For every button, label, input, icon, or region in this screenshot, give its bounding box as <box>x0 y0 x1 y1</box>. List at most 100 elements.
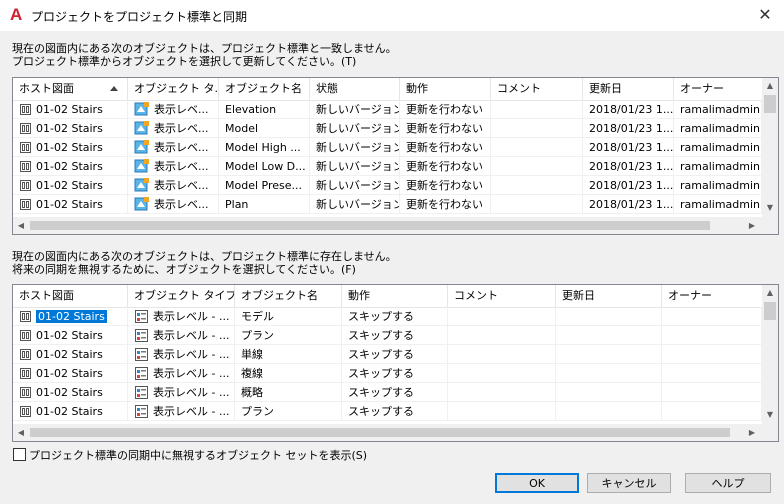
scroll-up-arrow[interactable]: ▲ <box>762 78 778 94</box>
cell-date[interactable] <box>556 402 662 421</box>
cell-host[interactable]: 01-02 Stairs <box>13 383 128 402</box>
cell-name[interactable]: Model Prese... <box>219 176 310 195</box>
cell-comment[interactable] <box>491 100 583 119</box>
cell-type[interactable]: 表示レベル - ... <box>128 345 235 364</box>
scroll-right-arrow[interactable]: ▶ <box>744 425 760 441</box>
cell-comment[interactable] <box>491 195 583 214</box>
cell-date[interactable]: 2018/01/23 1... <box>583 100 674 119</box>
cell-host[interactable]: 01-02 Stairs <box>13 138 128 157</box>
cell-name[interactable]: 単線 <box>235 345 342 364</box>
cell-date[interactable]: 2018/01/23 1... <box>583 138 674 157</box>
cell-status[interactable]: 新しいバージョン <box>310 176 400 195</box>
column-header-action[interactable]: 動作 <box>400 78 491 100</box>
table-row[interactable]: 01-02 Stairs 表示レベル - ... 単線 スキップする <box>13 345 762 364</box>
cell-comment[interactable] <box>448 364 556 383</box>
column-header-action[interactable]: 動作 <box>342 285 448 307</box>
column-header-date[interactable]: 更新日 <box>556 285 662 307</box>
cell-name[interactable]: Elevation <box>219 100 310 119</box>
table-row[interactable]: 01-02 Stairs 表示レベ... Plan 新しいバージョン 更新を行わない 20… <box>13 195 762 214</box>
cell-owner[interactable] <box>662 364 762 383</box>
cell-name[interactable]: モデル <box>235 307 342 326</box>
cell-comment[interactable] <box>448 383 556 402</box>
cell-type[interactable]: 表示レベ... <box>128 119 219 138</box>
cell-type[interactable]: 表示レベル - ... <box>128 364 235 383</box>
cell-host[interactable]: 01-02 Stairs <box>13 119 128 138</box>
column-header-host[interactable]: ホスト図面 <box>13 78 128 100</box>
cell-name[interactable]: プラン <box>235 326 342 345</box>
cell-action[interactable]: スキップする <box>342 326 448 345</box>
cell-host[interactable]: 01-02 Stairs <box>13 307 128 326</box>
cell-name[interactable]: プラン <box>235 402 342 421</box>
cell-type[interactable]: 表示レベ... <box>128 100 219 119</box>
cell-action[interactable]: 更新を行わない <box>400 100 491 119</box>
cell-owner[interactable]: ramalimadmin <box>674 138 762 157</box>
cell-comment[interactable] <box>491 157 583 176</box>
show-ignored-label[interactable]: プロジェクト標準の同期中に無視するオブジェクト セットを表示(S) <box>29 447 367 463</box>
cell-type[interactable]: 表示レベル - ... <box>128 383 235 402</box>
cell-status[interactable]: 新しいバージョン <box>310 100 400 119</box>
column-header-comment[interactable]: コメント <box>491 78 583 100</box>
cell-name[interactable]: Model <box>219 119 310 138</box>
cell-status[interactable]: 新しいバージョン <box>310 138 400 157</box>
table-row[interactable]: 01-02 Stairs 表示レベル - ... モデル スキップする <box>13 307 762 326</box>
cell-status[interactable]: 新しいバージョン <box>310 119 400 138</box>
cell-host[interactable]: 01-02 Stairs <box>13 364 128 383</box>
scroll-thumb[interactable] <box>30 221 710 230</box>
cell-owner[interactable] <box>662 345 762 364</box>
cell-host[interactable]: 01-02 Stairs <box>13 100 128 119</box>
table-row[interactable]: 01-02 Stairs 表示レベ... Elevation 新しいバージョン 更新を行… <box>13 100 762 119</box>
cell-action[interactable]: 更新を行わない <box>400 195 491 214</box>
table-row[interactable]: 01-02 Stairs 表示レベル - ... プラン スキップする <box>13 326 762 345</box>
cancel-button[interactable]: キャンセル <box>587 473 671 493</box>
cell-owner[interactable]: ramalimadmin <box>674 119 762 138</box>
cell-comment[interactable] <box>448 326 556 345</box>
cell-host[interactable]: 01-02 Stairs <box>13 326 128 345</box>
cell-owner[interactable]: ramalimadmin <box>674 195 762 214</box>
cell-date[interactable]: 2018/01/23 1... <box>583 119 674 138</box>
scroll-thumb[interactable] <box>30 428 730 437</box>
cell-comment[interactable] <box>491 119 583 138</box>
cell-owner[interactable]: ramalimadmin <box>674 157 762 176</box>
scroll-left-arrow[interactable]: ◀ <box>13 425 29 441</box>
scroll-up-arrow[interactable]: ▲ <box>762 285 778 301</box>
scroll-down-arrow[interactable]: ▼ <box>762 407 778 423</box>
cell-host[interactable]: 01-02 Stairs <box>13 345 128 364</box>
cell-date[interactable]: 2018/01/23 1... <box>583 176 674 195</box>
cell-comment[interactable] <box>448 345 556 364</box>
column-header-owner[interactable]: オーナー <box>662 285 762 307</box>
show-ignored-checkbox[interactable] <box>13 448 26 461</box>
cell-host[interactable]: 01-02 Stairs <box>13 195 128 214</box>
cell-name[interactable]: Model Low D... <box>219 157 310 176</box>
scroll-thumb[interactable] <box>764 302 776 320</box>
cell-owner[interactable]: ramalimadmin <box>674 176 762 195</box>
column-header-comment[interactable]: コメント <box>448 285 556 307</box>
cell-name[interactable]: 概略 <box>235 383 342 402</box>
cell-action[interactable]: 更新を行わない <box>400 119 491 138</box>
cell-action[interactable]: 更新を行わない <box>400 157 491 176</box>
scroll-right-arrow[interactable]: ▶ <box>744 218 760 234</box>
cell-comment[interactable] <box>491 176 583 195</box>
cell-action[interactable]: スキップする <box>342 345 448 364</box>
column-header-name[interactable]: オブジェクト名 <box>219 78 310 100</box>
table-row[interactable]: 01-02 Stairs 表示レベル - ... 概略 スキップする <box>13 383 762 402</box>
cell-name[interactable]: Model High ... <box>219 138 310 157</box>
cell-status[interactable]: 新しいバージョン <box>310 157 400 176</box>
cell-action[interactable]: スキップする <box>342 402 448 421</box>
cell-host[interactable]: 01-02 Stairs <box>13 157 128 176</box>
cell-host[interactable]: 01-02 Stairs <box>13 402 128 421</box>
horizontal-scrollbar[interactable]: ◀ ▶ <box>13 217 778 234</box>
cell-name[interactable]: 複線 <box>235 364 342 383</box>
scroll-thumb[interactable] <box>764 95 776 113</box>
table-row[interactable]: 01-02 Stairs 表示レベ... Model Prese... 新しいバージョ… <box>13 176 762 195</box>
cell-status[interactable]: 新しいバージョン <box>310 195 400 214</box>
cell-type[interactable]: 表示レベ... <box>128 157 219 176</box>
horizontal-scrollbar[interactable]: ◀ ▶ <box>13 424 778 441</box>
cell-owner[interactable] <box>662 307 762 326</box>
scroll-down-arrow[interactable]: ▼ <box>762 200 778 216</box>
cell-date[interactable] <box>556 307 662 326</box>
column-header-type[interactable]: オブジェクト タイプ <box>128 285 235 307</box>
table-row[interactable]: 01-02 Stairs 表示レベ... Model Low D... 新しいバージョ… <box>13 157 762 176</box>
cell-type[interactable]: 表示レベ... <box>128 176 219 195</box>
cell-type[interactable]: 表示レベ... <box>128 195 219 214</box>
cell-action[interactable]: スキップする <box>342 307 448 326</box>
